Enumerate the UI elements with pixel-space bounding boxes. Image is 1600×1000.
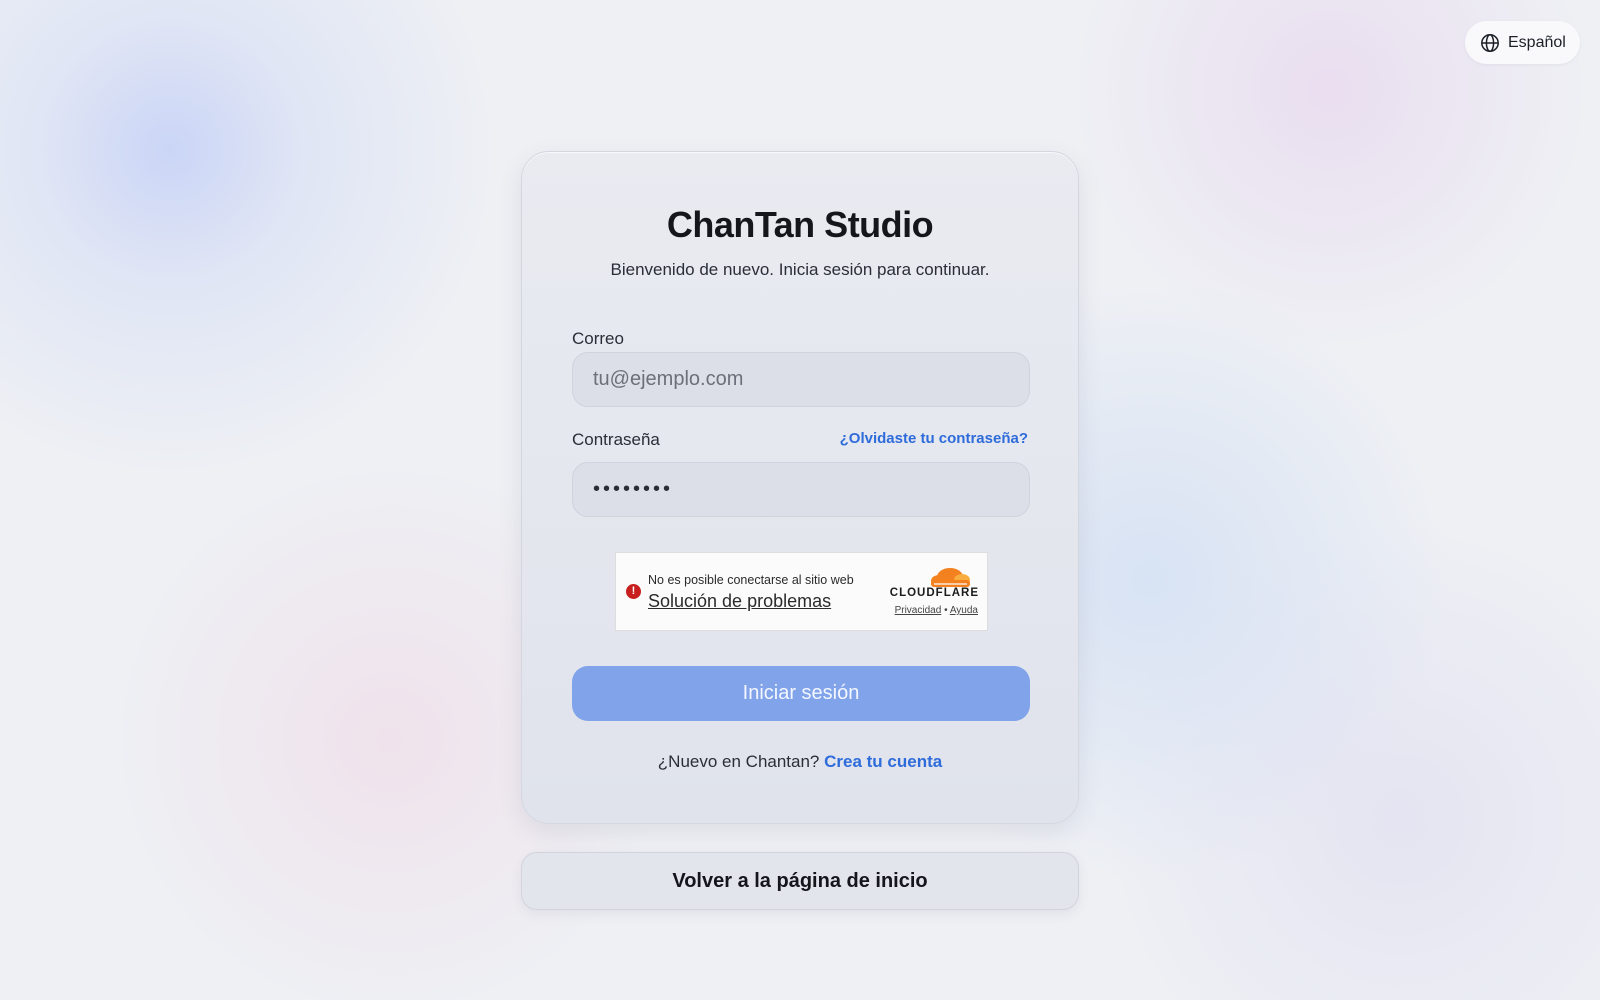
back-to-home-button[interactable]: Volver a la página de inicio [521,852,1079,910]
captcha-link-separator: • [944,605,948,616]
signup-prompt: ¿Nuevo en Chantan? Crea tu cuenta [522,752,1078,772]
signup-prompt-text: ¿Nuevo en Chantan? [657,752,820,771]
cloudflare-captcha-widget: ! No es posible conectarse al sitio web … [615,552,988,631]
captcha-help-link[interactable]: Ayuda [950,605,978,616]
cloudflare-brand: CLOUDFLARE [889,587,979,599]
sign-in-button[interactable]: Iniciar sesión [572,666,1030,721]
page-title: ChanTan Studio [666,204,934,245]
email-input[interactable] [572,352,1030,407]
language-selector[interactable]: Español [1465,21,1580,64]
captcha-privacy-link[interactable]: Privacidad [895,605,942,616]
captcha-footer-links: Privacidad • Ayuda [895,605,978,616]
password-input[interactable] [572,462,1030,517]
captcha-error-message: No es posible conectarse al sitio web [648,573,854,587]
captcha-troubleshoot-link[interactable]: Solución de problemas [648,591,831,612]
globe-icon [1480,33,1500,53]
forgot-password-link[interactable]: ¿Olvidaste tu contraseña? [840,430,1028,447]
page-subtitle: Bienvenido de nuevo. Inicia sesión para … [610,260,990,279]
exclamation-circle-icon: ! [626,584,641,599]
create-account-link[interactable]: Crea tu cuenta [824,752,942,771]
language-label: Español [1508,33,1566,51]
login-card: ChanTan Studio Bienvenido de nuevo. Inic… [521,151,1079,824]
password-label: Contraseña [572,430,660,449]
email-label: Correo [572,329,624,348]
